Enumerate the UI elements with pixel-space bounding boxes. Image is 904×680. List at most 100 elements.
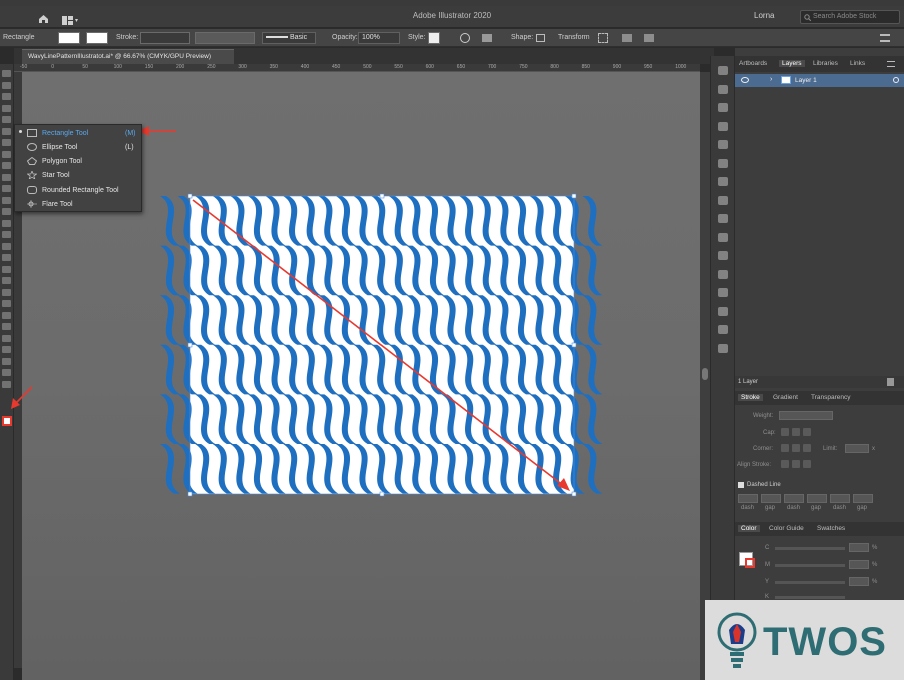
tab-libraries[interactable]: Libraries bbox=[813, 60, 838, 67]
flyout-item-label: Ellipse Tool bbox=[42, 144, 78, 151]
stroke-panel-tabs: Stroke Gradient Transparency bbox=[735, 391, 904, 405]
polygon-icon bbox=[27, 157, 37, 165]
panel-dock: Artboards Layers Libraries Links › Layer… bbox=[735, 48, 904, 680]
trash-icon[interactable] bbox=[887, 378, 894, 386]
yellow-field[interactable] bbox=[849, 577, 869, 586]
none-swatch-icon[interactable] bbox=[745, 558, 755, 568]
flare-icon bbox=[27, 200, 37, 208]
gap-field[interactable] bbox=[761, 494, 781, 503]
align-panel-icon[interactable] bbox=[718, 214, 728, 223]
scrollbar-thumb[interactable] bbox=[702, 368, 708, 380]
toolbar-pointer-arrow bbox=[14, 386, 33, 405]
gap-cell-label: gap bbox=[857, 505, 868, 511]
dash-field[interactable] bbox=[784, 494, 804, 503]
flyout-item-label: Star Tool bbox=[42, 172, 70, 179]
pathfinder-panel-icon[interactable] bbox=[718, 232, 728, 242]
layers-footer: 1 Layer bbox=[735, 376, 904, 388]
transform-panel-icon[interactable] bbox=[718, 195, 728, 205]
cyan-field[interactable] bbox=[849, 543, 869, 552]
tab-stroke[interactable]: Stroke bbox=[738, 394, 763, 401]
yellow-unit: % bbox=[872, 579, 878, 585]
rectangle-icon bbox=[27, 129, 37, 137]
diagonal-arrow-head bbox=[557, 478, 570, 491]
align-center-button[interactable] bbox=[781, 460, 789, 468]
tab-swatches[interactable]: Swatches bbox=[817, 525, 845, 532]
align-stroke-label: Align Stroke: bbox=[737, 462, 772, 468]
flyout-item-shortcut: (L) bbox=[125, 144, 134, 151]
gap-field[interactable] bbox=[853, 494, 873, 503]
cap-label: Cap: bbox=[763, 430, 776, 436]
magenta-field[interactable] bbox=[849, 560, 869, 569]
tab-transparency[interactable]: Transparency bbox=[811, 394, 851, 401]
flyout-item-flare-tool[interactable]: Flare Tool bbox=[15, 197, 141, 211]
layers-count: 1 Layer bbox=[738, 379, 759, 385]
black-slider[interactable] bbox=[775, 596, 845, 599]
gap-cell-label: gap bbox=[765, 505, 776, 511]
gap-field[interactable] bbox=[807, 494, 827, 503]
tab-artboards[interactable]: Artboards bbox=[739, 60, 767, 67]
appearance-panel-icon[interactable] bbox=[718, 140, 728, 149]
miter-join-button[interactable] bbox=[781, 444, 789, 452]
expand-chevron-icon[interactable]: › bbox=[770, 76, 772, 83]
magenta-label: M bbox=[765, 562, 770, 568]
cyan-slider[interactable] bbox=[775, 547, 845, 550]
visibility-eye-icon[interactable] bbox=[741, 77, 749, 83]
color-panel-icon[interactable] bbox=[718, 66, 728, 75]
flyout-item-star-tool[interactable]: Star Tool bbox=[15, 168, 141, 182]
align-inside-button[interactable] bbox=[792, 460, 800, 468]
star-icon bbox=[27, 171, 37, 179]
corner-label: Corner: bbox=[753, 446, 774, 452]
tab-color[interactable]: Color bbox=[738, 525, 760, 532]
layer-target-icon[interactable] bbox=[893, 77, 899, 83]
character-panel-icon[interactable] bbox=[718, 84, 728, 94]
asset-export-icon[interactable] bbox=[718, 325, 728, 334]
butt-cap-button[interactable] bbox=[781, 428, 789, 436]
flyout-item-rounded-rectangle-tool[interactable]: Rounded Rectangle Tool bbox=[15, 183, 141, 197]
flyout-item-rectangle-tool[interactable]: Rectangle Tool (M) bbox=[15, 126, 141, 140]
flyout-item-label: Rectangle Tool bbox=[42, 130, 89, 137]
brushes-panel-icon[interactable] bbox=[718, 251, 728, 260]
flyout-item-label: Flare Tool bbox=[42, 201, 73, 208]
layers-panel-tabs: Artboards Layers Libraries Links bbox=[735, 56, 904, 72]
projecting-cap-button[interactable] bbox=[803, 428, 811, 436]
yellow-slider[interactable] bbox=[775, 581, 845, 584]
selected-bullet-icon bbox=[19, 130, 22, 133]
layer-name[interactable]: Layer 1 bbox=[795, 77, 817, 84]
magenta-slider[interactable] bbox=[775, 564, 845, 567]
symbols-panel-icon[interactable] bbox=[718, 269, 728, 279]
swatches-panel-icon[interactable] bbox=[718, 288, 728, 297]
flyout-item-ellipse-tool[interactable]: Ellipse Tool (L) bbox=[15, 140, 141, 154]
twos-watermark: TWOS bbox=[705, 600, 904, 680]
navigator-panel-icon[interactable] bbox=[718, 306, 728, 316]
dash-cell-label: dash bbox=[787, 505, 801, 511]
yellow-label: Y bbox=[765, 579, 770, 585]
layer-row[interactable]: › Layer 1 bbox=[735, 74, 904, 87]
opentype-panel-icon[interactable] bbox=[718, 121, 728, 131]
tab-color-guide[interactable]: Color Guide bbox=[769, 525, 804, 532]
limit-field[interactable] bbox=[845, 444, 869, 453]
weight-label: Weight: bbox=[753, 413, 774, 419]
tab-gradient[interactable]: Gradient bbox=[773, 394, 798, 401]
dash-field[interactable] bbox=[738, 494, 758, 503]
tab-links[interactable]: Links bbox=[850, 60, 865, 67]
weight-field[interactable] bbox=[779, 411, 833, 420]
panel-menu-icon[interactable] bbox=[887, 61, 895, 67]
round-cap-button[interactable] bbox=[792, 428, 800, 436]
align-outside-button[interactable] bbox=[803, 460, 811, 468]
shape-tools-flyout: Rectangle Tool (M) Ellipse Tool (L) Poly… bbox=[14, 124, 142, 212]
flyout-item-polygon-tool[interactable]: Polygon Tool bbox=[15, 154, 141, 168]
round-join-button[interactable] bbox=[792, 444, 800, 452]
ellipse-icon bbox=[27, 143, 37, 151]
actions-play-icon[interactable] bbox=[718, 343, 728, 353]
dashed-line-checkbox[interactable] bbox=[738, 482, 744, 488]
magenta-unit: % bbox=[872, 562, 878, 568]
dash-cell-label: dash bbox=[741, 505, 755, 511]
color-panel-tabs: Color Color Guide Swatches bbox=[735, 522, 904, 536]
export-icon[interactable] bbox=[718, 177, 728, 186]
tab-layers[interactable]: Layers bbox=[779, 60, 805, 67]
graphic-styles-icon[interactable] bbox=[718, 158, 728, 168]
paragraph-panel-icon[interactable] bbox=[718, 103, 728, 112]
bevel-join-button[interactable] bbox=[803, 444, 811, 452]
dash-field[interactable] bbox=[830, 494, 850, 503]
vertical-scrollbar[interactable] bbox=[700, 72, 710, 680]
